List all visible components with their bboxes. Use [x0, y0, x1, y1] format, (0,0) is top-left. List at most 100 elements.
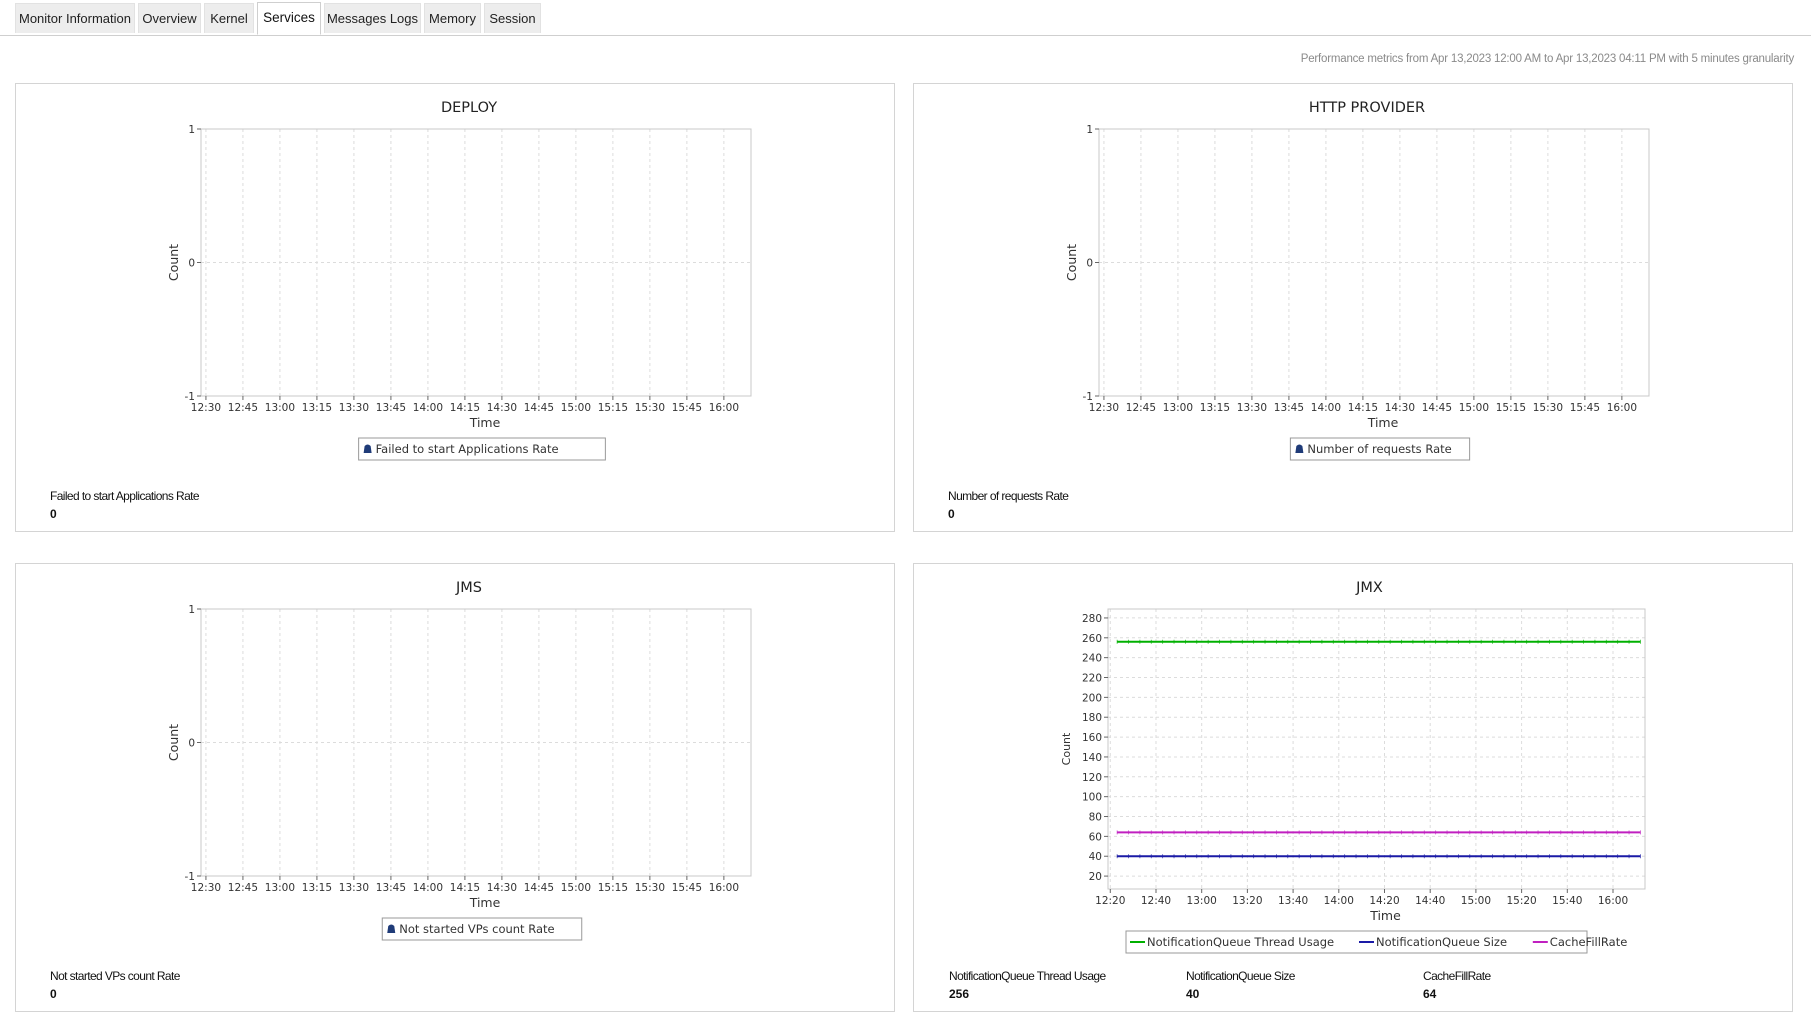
- x-tick-label: 15:30: [635, 402, 665, 414]
- x-tick-label: 15:00: [1459, 402, 1489, 414]
- stat-not-started-vps-count-rate: Not started VPs count Rate 0: [50, 969, 180, 1001]
- x-tick-label: 15:00: [561, 882, 591, 894]
- chart-title: DEPLOY: [441, 100, 497, 116]
- x-tick-label: 14:30: [487, 882, 517, 894]
- x-tick-label: 13:15: [302, 402, 332, 414]
- y-tick-label: 140: [1082, 752, 1102, 764]
- x-tick-label: 14:00: [413, 882, 443, 894]
- stat-value: 0: [50, 507, 57, 521]
- x-tick-label: 14:45: [1422, 402, 1452, 414]
- x-tick-label: 12:40: [1141, 895, 1171, 907]
- chart-title: JMX: [1355, 580, 1383, 596]
- x-tick-label: 14:15: [450, 882, 480, 894]
- plot-area: [200, 128, 752, 397]
- tab-services[interactable]: Services: [257, 2, 321, 35]
- y-tick-label: 180: [1082, 712, 1102, 724]
- x-tick-label: 13:00: [1187, 895, 1217, 907]
- y-axis-label: Count: [1060, 732, 1073, 765]
- y-tick-label: 100: [1082, 792, 1102, 804]
- stat-value: 256: [949, 987, 970, 1001]
- x-tick-label: 15:45: [672, 882, 702, 894]
- tab-monitor-information[interactable]: Monitor Information: [15, 3, 135, 33]
- plot-area: [1098, 128, 1650, 397]
- y-tick-label: 120: [1082, 772, 1102, 784]
- legend-item-label: Failed to start Applications Rate: [376, 442, 559, 456]
- y-tick-label: 160: [1082, 732, 1102, 744]
- tab-bar: Monitor Information Overview Kernel Serv…: [0, 0, 1811, 36]
- x-tick-label: 16:00: [1607, 402, 1637, 414]
- tab-memory[interactable]: Memory: [424, 3, 481, 33]
- jms-chart: JMS-10112:30 12:45 13:00 13:15 13:30 13:45 14:…: [166, 580, 752, 941]
- x-axis-label: Time: [1367, 415, 1399, 430]
- tab-session[interactable]: Session: [484, 3, 541, 33]
- deploy-panel: DEPLOY -1 0 1 12:30 12:45 13:00 13:15 13:30 13:45…: [15, 83, 895, 532]
- x-tick-label: 16:00: [709, 882, 739, 894]
- y-tick-label: 0: [1086, 258, 1093, 270]
- x-tick-label: 15:40: [1552, 895, 1582, 907]
- y-tick-label: 1: [188, 604, 195, 616]
- x-tick-label: 12:30: [191, 402, 221, 414]
- y-axis-label: Count: [166, 724, 181, 761]
- stat-value: 0: [948, 507, 955, 521]
- y-tick-label: 280: [1082, 613, 1102, 625]
- x-tick-label: 13:20: [1232, 895, 1262, 907]
- x-tick-label: 14:30: [487, 402, 517, 414]
- x-tick-label: 16:00: [709, 402, 739, 414]
- y-tick-label: 40: [1089, 851, 1102, 863]
- x-tick-label: 14:45: [524, 402, 554, 414]
- y-tick-label: 220: [1082, 673, 1102, 685]
- y-tick-label: 0: [188, 738, 195, 750]
- chart-legend: Failed to start Applications Rate: [358, 437, 606, 461]
- x-tick-label: 13:40: [1278, 895, 1308, 907]
- y-tick-label: 240: [1082, 653, 1102, 665]
- stat-value: 40: [1186, 987, 1200, 1001]
- x-tick-label: 14:00: [413, 402, 443, 414]
- jms-panel: JMS -1 0 1 12:30 12:45 13:00 13:15 13:30 13:45 14:…: [15, 563, 895, 1012]
- jmx-chart: JMX 20 40 60 80 100 120 140 160 180 200 220 240 260 28…: [1060, 580, 1646, 954]
- x-tick-label: 15:45: [1570, 402, 1600, 414]
- x-tick-label: 14:15: [1348, 402, 1378, 414]
- stat-number-of-requests-rate: Number of requests Rate 0: [948, 489, 1069, 521]
- y-axis-label: Count: [166, 244, 181, 281]
- x-tick-label: 12:20: [1095, 895, 1125, 907]
- stat-value: 0: [50, 987, 57, 1001]
- x-tick-label: 15:15: [1496, 402, 1526, 414]
- stat-cachefillrate: CacheFillRate 64: [1423, 969, 1491, 1001]
- tab-overview[interactable]: Overview: [138, 3, 201, 33]
- tab-kernel[interactable]: Kernel: [204, 3, 254, 33]
- x-tick-label: 12:45: [228, 402, 258, 414]
- y-tick-label: 1: [188, 124, 195, 136]
- legend-item-label: NotificationQueue Size: [1376, 935, 1507, 949]
- y-tick-label: 0: [188, 258, 195, 270]
- stat-value: 64: [1423, 987, 1437, 1001]
- x-tick-label: 13:45: [376, 402, 406, 414]
- x-tick-label: 13:00: [1163, 402, 1193, 414]
- y-tick-label: 20: [1089, 871, 1102, 883]
- x-tick-label: 13:15: [1200, 402, 1230, 414]
- legend-item-label: CacheFillRate: [1550, 935, 1628, 949]
- stat-label: Not started VPs count Rate: [50, 969, 180, 983]
- x-tick-label: 13:45: [1274, 402, 1304, 414]
- x-tick-label: 15:15: [598, 402, 628, 414]
- x-tick-label: 12:30: [1089, 402, 1119, 414]
- http-provider-chart: HTTP PROVIDER-10112:30 12:45 13:00 13:15 13:…: [1064, 100, 1650, 461]
- x-tick-label: 14:00: [1324, 895, 1354, 907]
- x-tick-label: 13:30: [339, 882, 369, 894]
- x-tick-label: 14:00: [1311, 402, 1341, 414]
- x-tick-label: 15:15: [598, 882, 628, 894]
- x-tick-label: 13:30: [1237, 402, 1267, 414]
- tab-messages-logs[interactable]: Messages Logs: [324, 3, 421, 33]
- y-tick-label: 1: [1086, 124, 1093, 136]
- legend-item-label: Number of requests Rate: [1307, 442, 1451, 456]
- x-tick-label: 12:45: [228, 882, 258, 894]
- stat-label: Failed to start Applications Rate: [50, 489, 200, 503]
- x-tick-label: 15:20: [1506, 895, 1536, 907]
- chart-title: JMS: [455, 580, 482, 596]
- x-tick-label: 13:15: [302, 882, 332, 894]
- x-tick-label: 13:30: [339, 402, 369, 414]
- x-axis-label: Time: [469, 415, 501, 430]
- stat-failed-to-start-applications-rate: Failed to start Applications Rate 0: [50, 489, 200, 521]
- http-provider-panel: HTTP PROVIDER -1 0 1 12:30 12:45 13:00 13:15 13:…: [913, 83, 1793, 532]
- deploy-chart: DEPLOY-10112:30 12:45 13:00 13:15 13:30 13:45…: [166, 100, 752, 461]
- stat-notificationqueue-size: NotificationQueue Size 40: [1186, 969, 1295, 1001]
